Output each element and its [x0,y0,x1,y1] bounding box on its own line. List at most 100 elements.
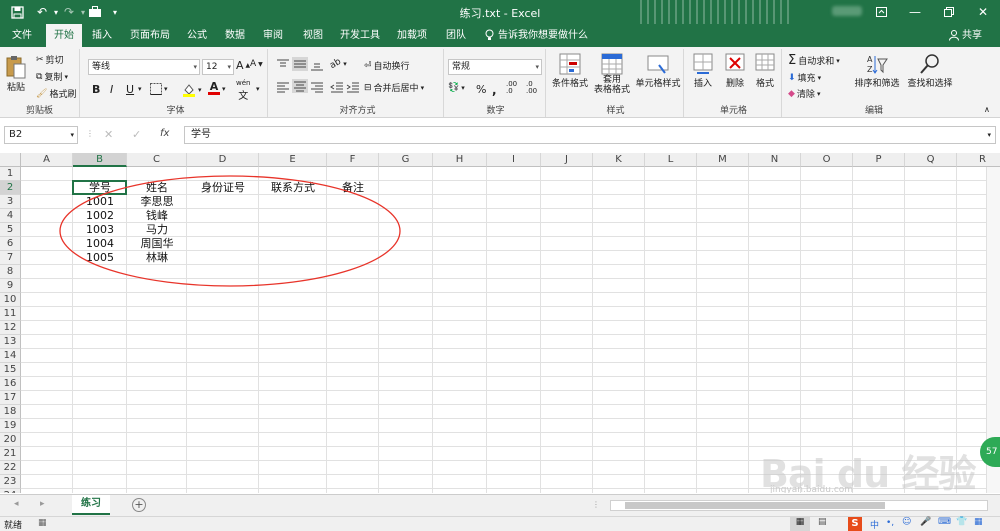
horizontal-scroll-thumb[interactable] [625,502,885,509]
emoji-icon[interactable]: ☺ [902,517,911,527]
font-size-select[interactable]: 12 ▾ [202,59,234,75]
chevron-down-icon[interactable]: ▾ [256,85,260,93]
punctuation-icon[interactable]: •, [886,518,894,528]
insert-cells-button[interactable]: 插入 [688,53,718,89]
delete-cells-button[interactable]: 删除 [720,53,750,89]
grow-font-button[interactable]: A ▲ [236,59,250,72]
merge-center-button[interactable]: ⊟ 合并后居中 ▾ [364,81,424,95]
svg-text:Z: Z [867,65,873,74]
ribbon-display-options-icon[interactable] [864,0,898,24]
close-icon[interactable]: ✕ [966,0,1000,24]
macro-record-icon[interactable]: ▦ [38,518,47,528]
sheet-tab-active[interactable]: 练习 [72,495,110,515]
align-center-button[interactable] [292,79,308,93]
wrap-text-button[interactable]: ⏎ 自动换行 [364,59,410,73]
conditional-formatting-label: 条件格式 [551,79,588,89]
minimize-icon[interactable]: — [898,0,932,24]
italic-button[interactable]: I [110,83,113,96]
tab-developer[interactable]: 开发工具 [336,24,384,47]
sort-filter-button[interactable]: AZ 排序和筛选 [852,53,902,89]
underline-button[interactable]: U [126,83,134,96]
tab-insert[interactable]: 插入 [84,24,120,47]
paste-button[interactable]: 粘贴 [6,55,26,93]
tab-addins[interactable]: 加载项 [392,24,432,47]
chevron-down-icon[interactable]: ▾ [222,85,226,93]
chevron-down-icon[interactable]: ▾ [138,85,142,93]
format-as-table-button[interactable]: 套用 表格格式 [592,53,632,95]
align-right-button[interactable] [310,81,324,93]
copy-button[interactable]: ⧉ 复制 ▾ [36,70,68,84]
insert-function-icon[interactable]: fx [160,128,169,139]
merge-label: 合并后居中 [373,84,419,94]
chevron-down-icon: ▾ [193,63,197,71]
accounting-format-button[interactable]: 💱 ▾ [448,83,465,93]
number-format-select[interactable]: 常规 ▾ [448,59,542,75]
ime-mode[interactable]: 中 [870,518,879,531]
decrease-decimal-button[interactable]: .0 .00 [526,81,544,95]
font-color-button[interactable]: A [208,81,220,95]
skin-icon[interactable]: 👕 [956,517,967,527]
tab-split-handle-icon[interactable]: ⋮ [592,500,600,509]
conditional-formatting-icon [559,53,581,75]
tab-review[interactable]: 审阅 [256,24,290,47]
account-name-blurred[interactable] [832,6,862,16]
cut-button[interactable]: ✂ 剪切 [36,53,64,67]
paste-icon [6,56,26,79]
fill-button[interactable]: ⬇ 填充 ▾ [788,71,821,85]
normal-view-icon[interactable]: ▦ [790,517,810,531]
conditional-formatting-button[interactable]: 条件格式 [550,53,590,89]
fill-color-button[interactable]: ▾ [182,83,202,97]
comma-button[interactable]: , [492,83,497,97]
cut-label: 剪切 [45,56,64,66]
percent-button[interactable]: % [476,83,486,96]
tab-data[interactable]: 数据 [218,24,252,47]
page-layout-view-icon[interactable]: ▤ [818,517,827,527]
scroll-right-icon[interactable]: ▸ [40,499,45,509]
tab-file[interactable]: 文件 [4,24,40,47]
tab-formulas[interactable]: 公式 [180,24,214,47]
format-cells-button[interactable]: 格式 [750,53,780,89]
share-button[interactable]: 共享 [962,24,992,47]
chevron-down-icon: ▾ [64,72,68,81]
autosum-button[interactable]: Σ 自动求和 ▾ [788,53,840,68]
formula-input[interactable]: 学号 ▾ [184,126,996,144]
align-left-button[interactable] [276,81,290,93]
cell-styles-button[interactable]: 单元格样式 [634,53,682,89]
shrink-font-button[interactable]: A ▼ [250,59,263,69]
align-middle-button[interactable] [292,57,308,71]
toolbox-ime-icon[interactable]: ▦ [974,517,983,527]
scroll-left-icon[interactable]: ◂ [14,499,19,509]
title-decoration [640,0,790,24]
align-bottom-button[interactable] [310,59,324,71]
tab-view[interactable]: 视图 [296,24,330,47]
name-box[interactable]: B2 ▾ [4,126,78,144]
align-top-button[interactable] [276,59,290,71]
bold-button[interactable]: B [92,83,100,96]
sogou-ime-icon[interactable]: S [848,517,862,531]
tab-team[interactable]: 团队 [440,24,472,47]
new-sheet-icon[interactable]: + [132,498,146,512]
worksheet-grid[interactable]: ABCDEFGHIJKLMNOPQR 1 2 3 4 5 6 7 8 9 10 11 12 13 14 15… [0,153,1000,493]
horizontal-scrollbar[interactable] [610,500,988,511]
microphone-icon[interactable]: 🎤 [920,517,931,527]
format-painter-button[interactable]: 🖌 格式刷 [36,87,76,101]
border-button[interactable]: ▾ [150,83,168,95]
orientation-button[interactable]: ab ▾ [328,57,346,71]
font-name-select[interactable]: 等线 ▾ [88,59,200,75]
restore-icon[interactable] [932,0,966,24]
find-select-button[interactable]: 查找和选择 [904,53,956,89]
tab-home[interactable]: 开始 [46,24,82,48]
keyboard-icon[interactable]: ⌨ [938,517,951,527]
collapse-ribbon-icon[interactable]: ∧ [984,105,990,114]
phonetic-button[interactable]: wén 文 [236,79,250,102]
increase-decimal-button[interactable]: .00 .0 [506,81,524,95]
tab-page-layout[interactable]: 页面布局 [124,24,176,47]
increase-indent-button[interactable] [346,81,360,93]
tell-me-search[interactable]: 告诉我你想要做什么 [498,24,588,47]
enter-icon[interactable]: ✓ [132,128,141,141]
red-ellipse-annotation [59,175,401,287]
clear-button[interactable]: ◆ 清除 ▾ [788,87,820,101]
cancel-icon[interactable]: ✕ [104,128,113,141]
alignment-group: ab ▾ ⏎ 自动换行 ⊟ 合并后居中 ▾ 对齐方式 [272,49,444,117]
decrease-indent-button[interactable] [330,81,344,93]
